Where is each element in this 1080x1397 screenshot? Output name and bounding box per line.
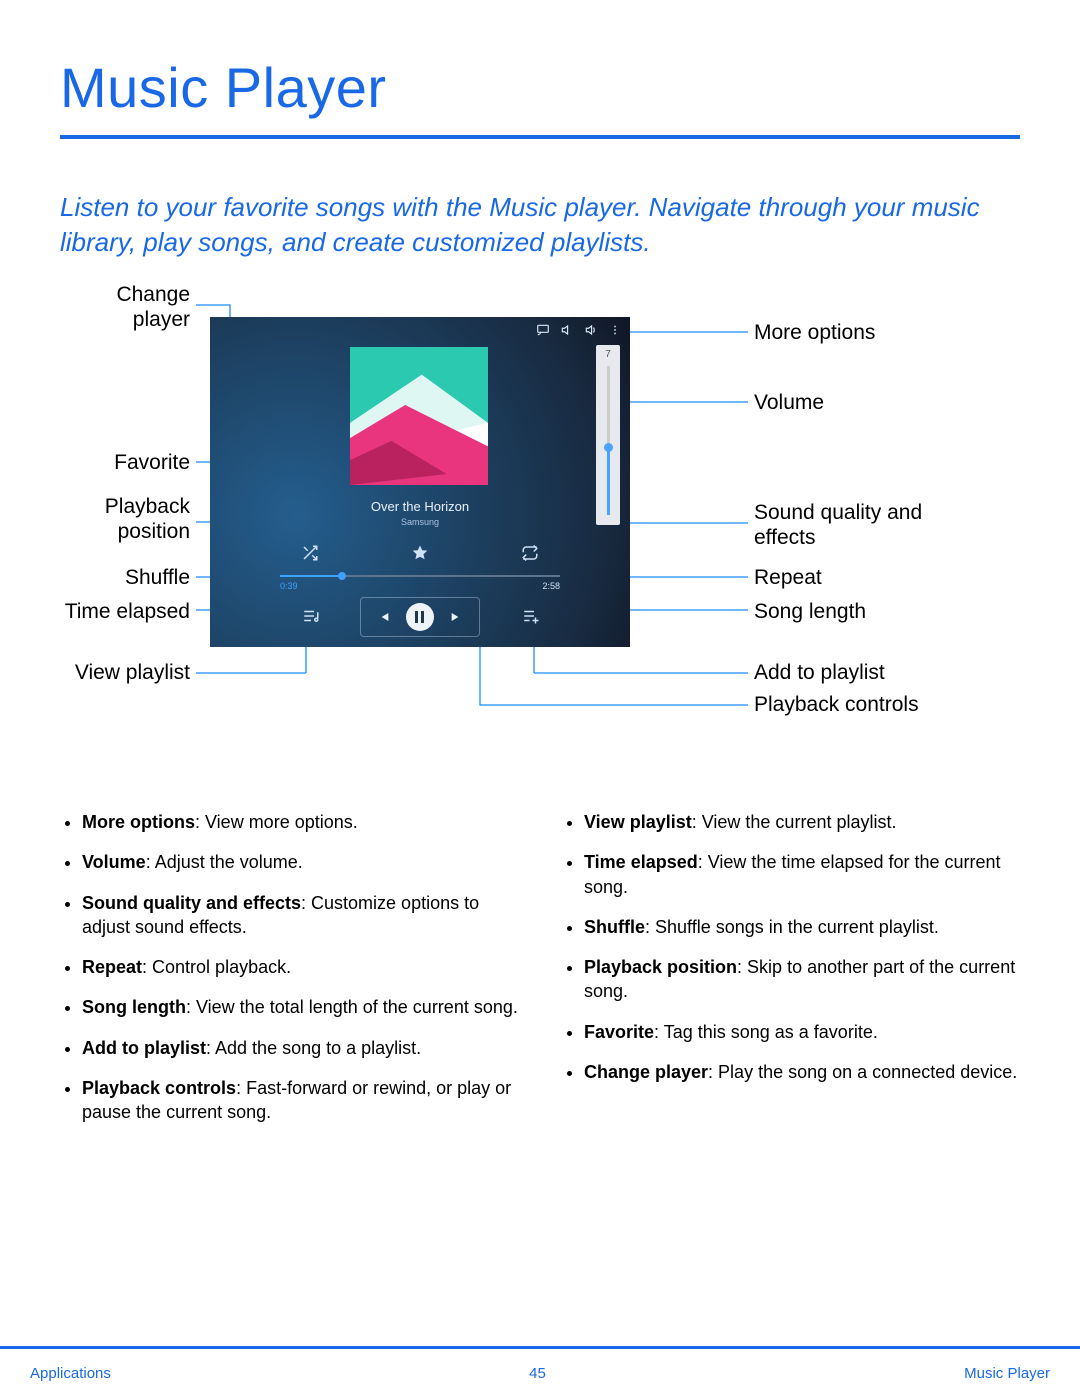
bullet-item: More options: View more options. [82,810,518,834]
label-change-player: Change player [60,283,190,333]
time-elapsed: 0:39 [280,581,298,591]
cast-icon[interactable] [536,323,550,337]
favorite-button[interactable] [410,543,430,563]
time-total: 2:58 [542,581,560,591]
footer-left: Applications [30,1365,111,1382]
label-playback-controls: Playback controls [754,693,934,718]
label-song-length: Song length [754,600,866,625]
more-options-icon[interactable]: ⋮ [608,323,622,337]
previous-button[interactable] [374,608,392,626]
view-playlist-button[interactable] [300,605,322,627]
bullet-item: Playback controls: Fast-forward or rewin… [82,1076,518,1125]
shuffle-button[interactable] [300,543,320,563]
transport-row [210,597,630,637]
bullet-columns: More options: View more options. Volume:… [60,810,1020,1141]
bullet-col-right: View playlist: View the current playlist… [562,810,1020,1141]
play-pause-button[interactable] [406,603,434,631]
music-player-screenshot: ⋮ 7 Over the Horizon Samsung [210,317,630,647]
page-footer: Applications 45 Music Player [0,1349,1080,1397]
title-rule [60,135,1020,139]
label-more-options: More options [754,321,875,346]
label-repeat: Repeat [754,566,822,591]
label-shuffle: Shuffle [60,566,190,591]
manual-page: Music Player Listen to your favorite son… [0,0,1080,1397]
bullet-col-left: More options: View more options. Volume:… [60,810,518,1141]
bullet-item: Repeat: Control playback. [82,955,518,979]
label-view-playlist: View playlist [50,661,190,686]
intro-text: Listen to your favorite songs with the M… [60,190,1020,260]
playback-controls [360,597,480,637]
progress-bar[interactable] [280,575,560,577]
song-artist: Samsung [210,517,630,527]
volume-icon[interactable] [584,323,598,337]
bullet-item: Volume: Adjust the volume. [82,850,518,874]
bullet-item: Sound quality and effects: Customize opt… [82,891,518,940]
bullet-item: Playback position: Skip to another part … [584,955,1020,1004]
label-favorite: Favorite [60,451,190,476]
sound-quality-icon[interactable] [560,323,574,337]
volume-slider-popup[interactable]: 7 [596,345,620,525]
bullet-item: Time elapsed: View the time elapsed for … [584,850,1020,899]
page-title: Music Player [60,55,387,120]
label-volume: Volume [754,391,824,416]
repeat-button[interactable] [520,543,540,563]
bullet-item: View playlist: View the current playlist… [584,810,1020,834]
bullet-item: Shuffle: Shuffle songs in the current pl… [584,915,1020,939]
footer-page-number: 45 [529,1365,546,1382]
label-playback-position: Playback position [60,495,190,545]
secondary-controls-row [210,543,630,567]
label-add-to-playlist: Add to playlist [754,661,885,686]
volume-value: 7 [605,349,611,360]
player-topbar: ⋮ [536,323,622,337]
footer-right: Music Player [964,1365,1050,1382]
song-title: Over the Horizon [210,499,630,514]
next-button[interactable] [448,608,466,626]
add-to-playlist-button[interactable] [520,605,542,627]
bullet-item: Favorite: Tag this song as a favorite. [584,1020,1020,1044]
bullet-item: Add to playlist: Add the song to a playl… [82,1036,518,1060]
label-time-elapsed: Time elapsed [42,600,190,625]
volume-track[interactable] [607,366,610,515]
album-art [350,347,488,485]
bullet-item: Change player: Play the song on a connec… [584,1060,1020,1084]
bullet-item: Song length: View the total length of th… [82,995,518,1019]
annotated-figure: Change player Favorite Playback position… [60,275,1020,765]
label-sound-quality: Sound quality and effects [754,501,954,551]
